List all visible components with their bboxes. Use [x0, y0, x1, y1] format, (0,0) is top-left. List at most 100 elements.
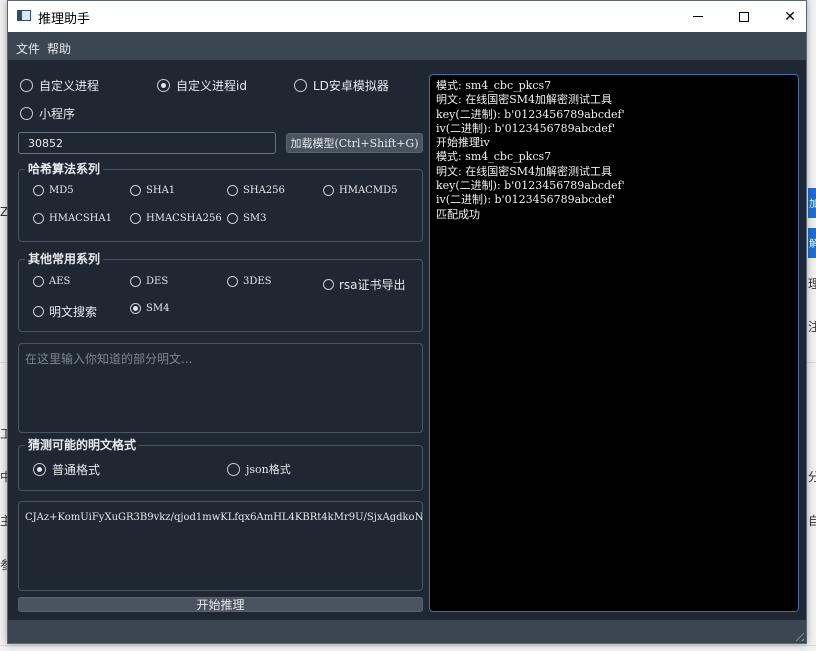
log-output[interactable]: 模式: sm4_cbc_pkcs7 明文: 在线国密SM4加解密测试工具 key…	[429, 74, 799, 612]
app-window-icon	[17, 10, 31, 21]
radio-label: 自定义进程id	[176, 79, 247, 93]
radio-label: LD安卓模拟器	[313, 79, 389, 93]
radio-sm4[interactable]: SM4	[130, 303, 169, 314]
radio-label: DES	[146, 276, 169, 287]
other-group-title: 其他常用系列	[25, 252, 104, 266]
radio-label: HMACSHA1	[49, 213, 112, 224]
radio-indicator	[227, 276, 238, 287]
radio-label: 明文搜索	[49, 305, 98, 319]
radio-label: SM4	[146, 303, 170, 314]
radio-rsa-cert-export[interactable]: rsa证书导出	[323, 276, 406, 293]
radio-des[interactable]: DES	[130, 276, 168, 287]
radio-indicator	[20, 107, 33, 120]
background-text: 注	[808, 320, 816, 334]
radio-label: SHA1	[146, 185, 176, 196]
menu-file[interactable]: 文件	[16, 40, 40, 57]
radio-label: 3DES	[243, 276, 272, 287]
log-line: 匹配成功	[436, 207, 480, 221]
radio-json-format[interactable]: json格式	[227, 461, 291, 477]
log-line: iv(二进制): b'0123456789abcdef'	[436, 121, 615, 135]
close-icon: ✕	[784, 8, 796, 25]
process-id-value: 30852	[28, 137, 63, 150]
radio-label: rsa证书导出	[339, 278, 406, 292]
radio-custom-process-id[interactable]: 自定义进程id	[157, 77, 247, 94]
radio-label: SM3	[243, 213, 267, 224]
plaintext-placeholder: 在这里输入你知道的部分明文...	[25, 352, 193, 366]
radio-custom-process[interactable]: 自定义进程	[20, 77, 99, 94]
background-text: 加	[809, 199, 816, 210]
radio-indicator	[33, 185, 44, 196]
window-title: 推理助手	[38, 12, 91, 27]
radio-hmacmd5[interactable]: HMACMD5	[323, 185, 397, 196]
log-line: 开始推理iv	[436, 136, 490, 150]
background-divider	[0, 645, 816, 646]
maximize-icon	[739, 11, 749, 22]
radio-label: json格式	[246, 463, 291, 476]
radio-sha256[interactable]: SHA256	[227, 185, 285, 196]
radio-3des[interactable]: 3DES	[227, 276, 272, 287]
radio-indicator	[157, 79, 170, 92]
radio-label: 自定义进程	[39, 79, 100, 93]
radio-indicator	[33, 463, 46, 476]
radio-indicator	[227, 185, 238, 196]
log-line: 模式: sm4_cbc_pkcs7	[436, 150, 552, 164]
radio-indicator	[33, 306, 44, 317]
radio-label: SHA256	[243, 185, 285, 196]
radio-indicator	[33, 276, 44, 287]
background-text: 自	[808, 514, 816, 528]
maximize-button[interactable]	[721, 1, 767, 32]
radio-indicator	[294, 79, 307, 92]
resize-grip-icon[interactable]	[792, 629, 804, 641]
hash-group-title: 哈希算法系列	[25, 162, 104, 176]
radio-mini-program[interactable]: 小程序	[20, 105, 75, 122]
radio-hmacsha1[interactable]: HMACSHA1	[33, 213, 112, 224]
radio-indicator	[227, 462, 240, 476]
radio-label: 普通格式	[52, 463, 101, 477]
radio-indicator	[130, 213, 141, 224]
hash-algorithm-group: 哈希算法系列 MD5 SHA1 SHA256 HMACMD5 HMACSHA1 …	[18, 162, 423, 242]
log-line: key(二进制): b'0123456789abcdef'	[436, 179, 625, 193]
radio-sha1[interactable]: SHA1	[130, 185, 175, 196]
minimize-button[interactable]	[675, 1, 721, 32]
close-button[interactable]: ✕	[767, 1, 813, 32]
radio-md5[interactable]: MD5	[33, 185, 74, 196]
log-line: 明文: 在线国密SM4加解密测试工具	[436, 164, 612, 178]
radio-label: MD5	[49, 185, 74, 196]
menu-bar: 文件 帮助	[8, 32, 806, 60]
plaintext-input[interactable]: 在这里输入你知道的部分明文...	[18, 343, 423, 433]
status-bar	[8, 620, 806, 643]
other-algorithm-group: 其他常用系列 AES DES 3DES rsa证书导出 明文搜索 SM4	[18, 252, 423, 332]
background-text: 解	[809, 239, 816, 250]
ciphertext-input[interactable]: CJAz+KomUiFyXuGR3B9vkz/qjod1mwKLfqx6AmHL…	[18, 501, 423, 591]
radio-label: 小程序	[39, 107, 76, 121]
ciphertext-value: CJAz+KomUiFyXuGR3B9vkz/qjod1mwKLfqx6AmHL…	[25, 512, 423, 523]
background-button: 加	[808, 188, 816, 218]
start-inference-button[interactable]: 开始推理	[18, 597, 423, 612]
radio-indicator	[33, 213, 44, 224]
main-content: 自定义进程 自定义进程id LD安卓模拟器 小程序 30852 加载模型(Ctr…	[8, 60, 806, 620]
radio-plaintext-search[interactable]: 明文搜索	[33, 303, 97, 320]
main-window: 推理助手 ✕ 文件 帮助 自定义进程 自定义进程id LD安卓模拟器 小程序 3…	[7, 0, 807, 644]
title-bar[interactable]: 推理助手 ✕	[8, 1, 806, 32]
format-group-title: 猜测可能的明文格式	[25, 438, 140, 452]
radio-indicator	[20, 79, 33, 92]
radio-indicator	[130, 185, 141, 196]
process-id-input[interactable]: 30852	[18, 132, 276, 154]
radio-label: HMACMD5	[339, 185, 398, 196]
radio-label: HMACSHA256	[146, 213, 222, 224]
radio-indicator	[323, 185, 334, 196]
log-line: 明文: 在线国密SM4加解密测试工具	[436, 93, 612, 107]
minimize-icon	[693, 16, 703, 17]
radio-ld-emulator[interactable]: LD安卓模拟器	[294, 77, 389, 94]
radio-sm3[interactable]: SM3	[227, 213, 266, 224]
menu-help[interactable]: 帮助	[47, 40, 71, 57]
radio-aes[interactable]: AES	[33, 276, 70, 287]
radio-indicator	[227, 213, 238, 224]
radio-indicator	[130, 276, 141, 287]
radio-normal-format[interactable]: 普通格式	[33, 461, 100, 478]
log-line: key(二进制): b'0123456789abcdef'	[436, 107, 625, 121]
load-model-button[interactable]: 加载模型(Ctrl+Shift+G)	[286, 133, 423, 153]
radio-indicator	[323, 279, 334, 290]
radio-hmacsha256[interactable]: HMACSHA256	[130, 213, 222, 224]
plaintext-format-group: 猜测可能的明文格式 普通格式 json格式	[18, 438, 423, 491]
